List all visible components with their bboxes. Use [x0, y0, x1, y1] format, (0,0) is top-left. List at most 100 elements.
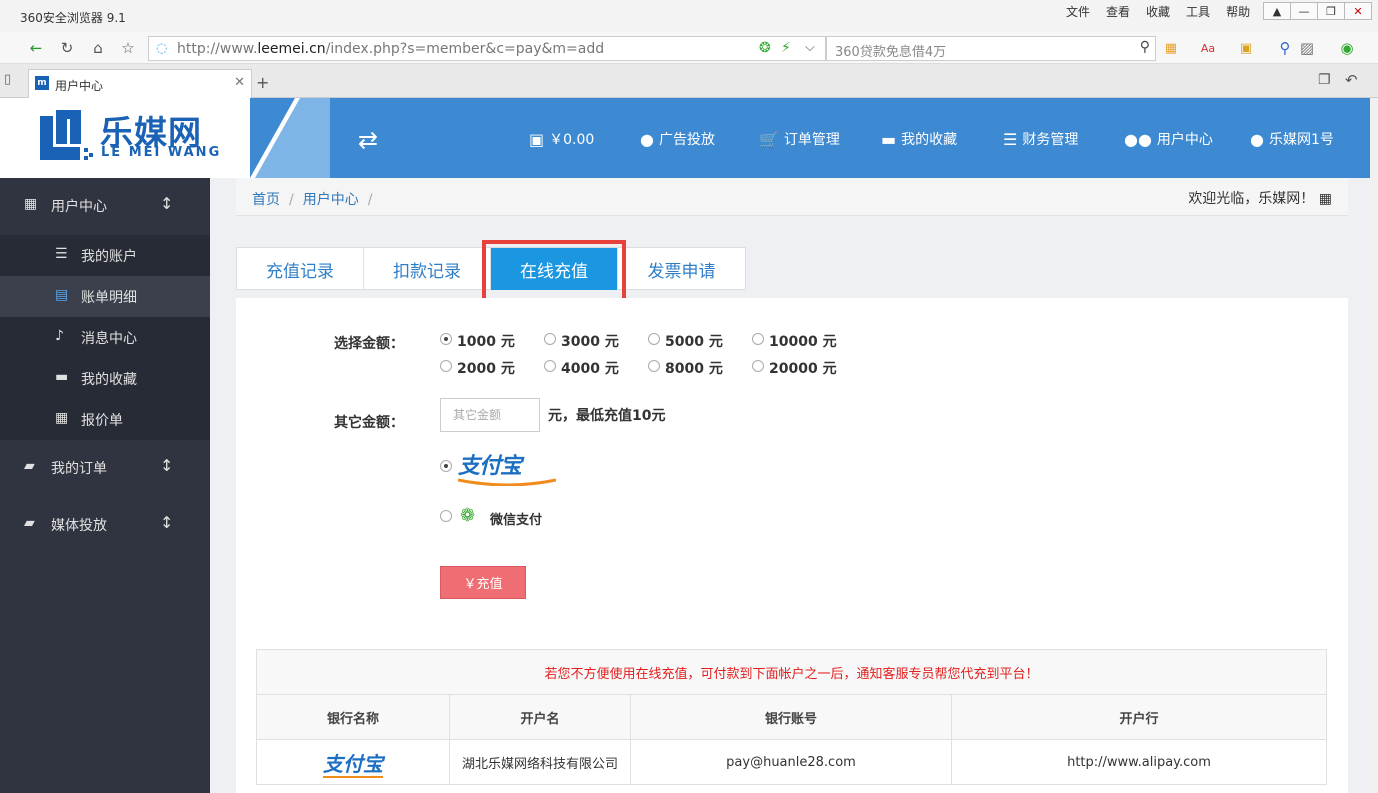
screenshot-icon[interactable]: ▣ — [1235, 37, 1257, 59]
tab-invoice-request[interactable]: 发票申请 — [618, 248, 745, 290]
search-icon[interactable]: ⚲ — [1140, 39, 1150, 55]
wechat-label: 微信支付 — [490, 513, 543, 528]
amount-label: 选择金额： — [334, 336, 404, 352]
database-icon: ☰ — [55, 246, 68, 262]
building-icon: ▦ — [24, 196, 38, 212]
tab-close-icon[interactable]: ✕ — [234, 75, 245, 90]
nav-user-center[interactable]: ●● 用户中心 — [1124, 129, 1213, 149]
sidebar-item-my-account[interactable]: ☰ 我的账户 — [0, 235, 210, 276]
nav-favorites[interactable]: ▬ 我的收藏 — [881, 129, 957, 149]
other-amount-input[interactable] — [440, 398, 540, 432]
menu-view[interactable]: 查看 — [1098, 3, 1138, 20]
toggle-menu-icon[interactable]: ⇄ — [358, 126, 378, 154]
zoom-icon[interactable]: ⚲ — [1274, 37, 1296, 59]
browser-tab[interactable]: m 用户中心 ✕ — [28, 69, 252, 98]
welcome-text: 欢迎光临，乐媒网！ ▦ — [1188, 191, 1332, 207]
apps-icon[interactable]: ▦ — [1160, 37, 1182, 59]
bank-logo-cell: 支付宝 — [256, 739, 450, 785]
tab-recharge-records[interactable]: 充值记录 — [237, 248, 364, 290]
nav-order-management[interactable]: 🛒 订单管理 — [759, 129, 840, 149]
maximize-icon[interactable]: ❐ — [1317, 2, 1345, 20]
amount-radio-5000[interactable] — [648, 333, 660, 345]
speed-icon[interactable]: ❂ — [759, 40, 771, 56]
new-tab-icon[interactable]: + — [256, 73, 269, 92]
back-icon[interactable]: ← — [25, 37, 47, 59]
other-amount-label: 其它金额： — [334, 415, 404, 431]
users-icon: ●● — [1124, 129, 1152, 149]
minimize-icon[interactable]: — — [1290, 2, 1318, 20]
window-controls: ▲ — ❐ ✕ — [1263, 2, 1372, 20]
menu-favorites[interactable]: 收藏 — [1138, 3, 1178, 20]
url-input[interactable]: ◌ http://www.leemei.cn/index.php?s=membe… — [148, 36, 826, 61]
wechat-radio[interactable] — [440, 510, 452, 522]
table-row: 支付宝 湖北乐媒网络科技有限公司 pay@huanle28.com http:/… — [256, 739, 1327, 785]
highlight-box — [482, 240, 626, 302]
close-icon[interactable]: ✕ — [1344, 2, 1372, 20]
skin-icon[interactable]: ▲ — [1263, 2, 1291, 20]
nav-account[interactable]: ● 乐媒网1号 — [1250, 129, 1334, 149]
sidebar-item-quotes[interactable]: ▦ 报价单 — [0, 399, 210, 440]
nav-finance[interactable]: ☰ 财务管理 — [1003, 129, 1078, 149]
user-icon: ● — [1250, 129, 1264, 149]
recharge-button[interactable]: ￥充值 — [440, 566, 526, 599]
refresh-icon[interactable]: ↻ — [56, 37, 78, 59]
pdf-icon[interactable]: Aa — [1197, 37, 1219, 59]
shield-icon[interactable]: ◉ — [1336, 37, 1358, 59]
amount-radio-3000[interactable] — [544, 333, 556, 345]
menu-help[interactable]: 帮助 — [1218, 3, 1258, 20]
tab-deduction-records[interactable]: 扣款记录 — [364, 248, 491, 290]
sidebar-section-user-center[interactable]: ▦ 用户中心 ↕ — [0, 178, 210, 233]
bank-account-table: 若您不方便使用在线充值，可付款到下面帐户之一后，通知客服专员帮您代充到平台！ 银… — [256, 649, 1327, 785]
nav-ad-delivery[interactable]: ● 广告投放 — [640, 129, 715, 149]
image-icon[interactable]: ▨ — [1296, 37, 1318, 59]
amount-radio-2000[interactable] — [440, 360, 452, 372]
amount-radio-1000[interactable] — [440, 333, 452, 345]
site-logo[interactable]: 乐媒网 LE MEI WANG — [0, 98, 250, 178]
amount-radio-10000[interactable] — [752, 333, 764, 345]
bell-icon: ♪ — [55, 328, 64, 344]
book-icon: ▰ — [24, 515, 35, 531]
calculator-icon: ▦ — [1318, 191, 1332, 207]
breadcrumb-home[interactable]: 首页 — [252, 192, 280, 208]
wechat-icon: ❁ — [460, 505, 476, 526]
expand-icon: ↕ — [160, 513, 174, 532]
nav-balance[interactable]: ▣ ￥0.00 — [529, 129, 594, 149]
undo-icon[interactable]: ↶ — [1345, 71, 1358, 89]
sidebar-section-my-orders[interactable]: ▰ 我的订单 ↕ — [0, 440, 210, 495]
star-icon[interactable]: ☆ — [117, 37, 139, 59]
sidebar-section-media-delivery[interactable]: ▰ 媒体投放 ↕ — [0, 497, 210, 552]
site-header: 乐媒网 LE MEI WANG ⇄ ▣ ￥0.00 ● 广告投放 🛒 订单管理 ▬ 我的… — [0, 98, 1378, 178]
address-toolbar: ← ↻ ⌂ ☆ ◌ http://www.leemei.cn/index.php… — [0, 32, 1378, 64]
sidebar-item-favorites[interactable]: ▬ 我的收藏 — [0, 358, 210, 399]
amount-radio-20000[interactable] — [752, 360, 764, 372]
lightning-icon[interactable]: ⚡ — [781, 40, 791, 56]
sidebar-item-bill-details[interactable]: ▤ 账单明细 — [0, 276, 210, 317]
restore-tabs-icon[interactable]: ❐ — [1318, 72, 1331, 88]
sidebar-toggle-icon[interactable]: ▯ — [4, 72, 11, 87]
bank-branch-cell[interactable]: http://www.alipay.com — [951, 739, 1327, 785]
breadcrumb-user-center[interactable]: 用户中心 — [303, 192, 359, 208]
file-icon: ▤ — [55, 287, 69, 303]
amount-radio-4000[interactable] — [544, 360, 556, 372]
amount-radio-8000[interactable] — [648, 360, 660, 372]
browser-title: 360安全浏览器 9.1 — [20, 11, 126, 25]
browser-tabbar: ▯ m 用户中心 ✕ + ❐ ↶ — [0, 64, 1378, 98]
chevron-down-icon[interactable]: ⌵ — [805, 40, 815, 55]
database-icon: ☰ — [1003, 129, 1018, 149]
tab-title: 用户中心 — [55, 79, 104, 93]
browser-menu: 文件 查看 收藏 工具 帮助 — [1058, 3, 1258, 20]
favicon-icon: m — [35, 76, 49, 90]
search-input[interactable]: 360贷款免息借4万 ⚲ — [826, 36, 1156, 61]
page-scrollbar[interactable] — [1370, 98, 1378, 793]
alipay-radio[interactable] — [440, 460, 452, 472]
sidebar-item-messages[interactable]: ♪ 消息中心 — [0, 317, 210, 358]
home-icon[interactable]: ⌂ — [87, 37, 109, 59]
logo-mark-icon — [40, 110, 93, 160]
menu-file[interactable]: 文件 — [1058, 3, 1098, 20]
book-icon: ▰ — [24, 458, 35, 474]
account-number-cell: pay@huanle28.com — [630, 739, 952, 785]
menu-tools[interactable]: 工具 — [1178, 3, 1218, 20]
col-bank-name: 银行名称 — [256, 694, 450, 740]
logo-text-en: LE MEI WANG — [101, 145, 222, 160]
col-account-number: 银行账号 — [630, 694, 952, 740]
